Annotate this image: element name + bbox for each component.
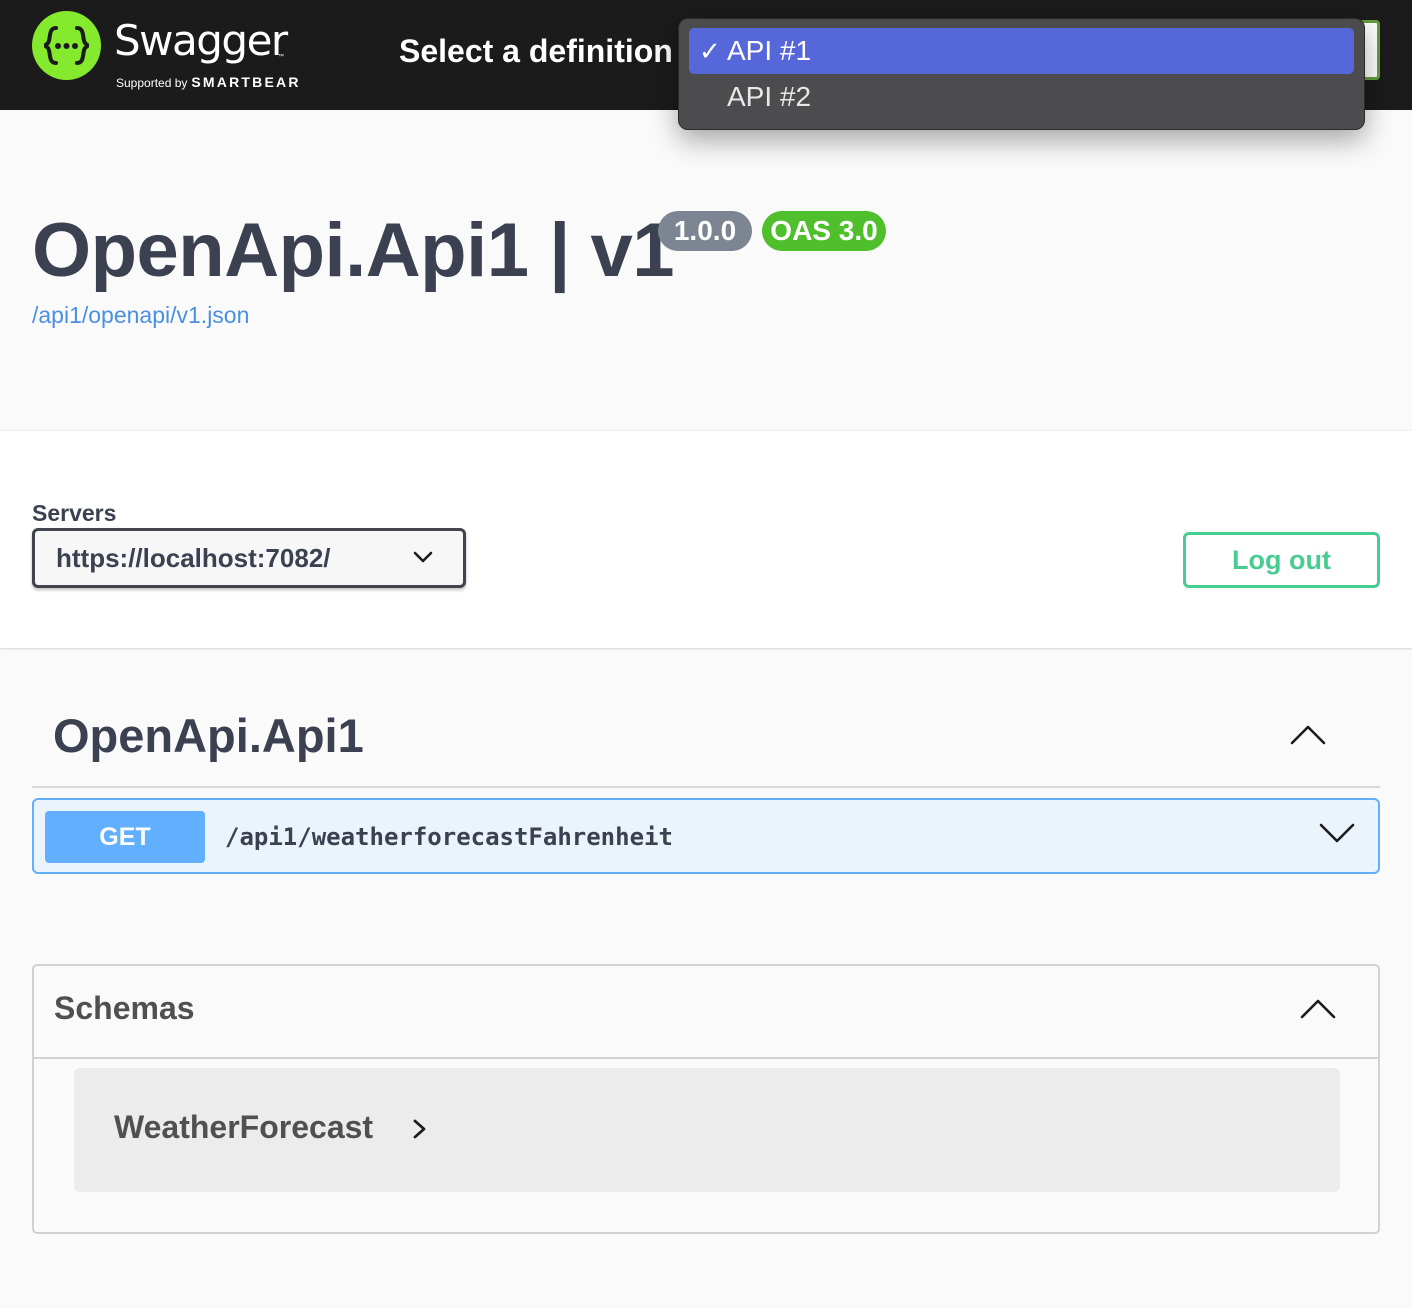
brand-subtitle: Supported by SMARTBEAR [116, 73, 301, 92]
definition-dropdown-menu: ✓ API #1 API #2 [678, 18, 1365, 130]
supported-by-text: Supported by [116, 76, 188, 90]
smartbear-text: SMARTBEAR [191, 74, 301, 90]
page-title: OpenApi.Api1 | v1 [32, 208, 675, 293]
chevron-right-icon[interactable] [412, 1118, 428, 1140]
chevron-up-icon[interactable] [1290, 722, 1326, 746]
logout-button[interactable]: Log out [1183, 532, 1380, 588]
scheme-container: Servers https://localhost:7082/ Log out [0, 430, 1412, 648]
chevron-down-icon[interactable] [1319, 822, 1355, 846]
schemas-section: Schemas WeatherForecast [32, 964, 1380, 1234]
version-badge: 1.0.0 [658, 211, 752, 251]
operation-path: /api1/weatherforecastFahrenheit [225, 823, 673, 851]
oas-badge: OAS 3.0 [762, 211, 886, 251]
servers-selected-value: https://localhost:7082/ [56, 543, 331, 573]
brand-trademark: ™ [278, 54, 284, 60]
divider [34, 1057, 1378, 1059]
servers-label: Servers [32, 500, 117, 526]
method-badge: GET [45, 811, 205, 863]
tag-title[interactable]: OpenApi.Api1 [53, 706, 364, 766]
select-definition-label: Select a definition [399, 33, 673, 69]
chevron-up-icon[interactable] [1300, 996, 1336, 1020]
schemas-title[interactable]: Schemas [54, 988, 195, 1028]
definition-option-label: API #2 [727, 81, 812, 112]
schema-name: WeatherForecast [114, 1109, 374, 1145]
definition-option-api2[interactable]: API #2 [689, 74, 1354, 120]
brand-name: Swagger [114, 16, 288, 65]
checkmark-icon: ✓ [699, 36, 721, 66]
divider [32, 786, 1380, 788]
definition-option-label: API #1 [727, 35, 812, 66]
definition-option-api1[interactable]: ✓ API #1 [689, 28, 1354, 74]
chevron-down-icon [413, 551, 433, 563]
swagger-logo-icon[interactable] [32, 11, 101, 80]
schema-item-weatherforecast[interactable]: WeatherForecast [74, 1068, 1340, 1192]
operation-get-weatherforecast[interactable]: GET /api1/weatherforecastFahrenheit [32, 798, 1380, 874]
spec-url-link[interactable]: /api1/openapi/v1.json [32, 298, 249, 332]
servers-select[interactable]: https://localhost:7082/ [32, 528, 466, 588]
